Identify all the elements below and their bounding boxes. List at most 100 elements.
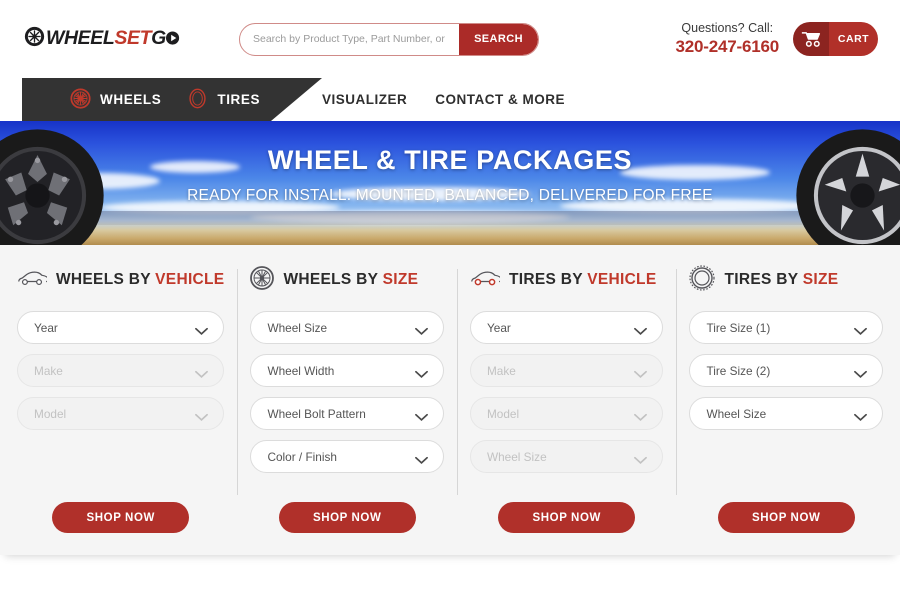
select-wheel-size[interactable]: Wheel Size — [250, 311, 444, 344]
select-tire-size-1[interactable]: Tire Size (1) — [689, 311, 883, 344]
select-label: Wheel Size — [706, 406, 767, 421]
nav-item-visualizer[interactable]: VISUALIZER — [322, 92, 407, 107]
chevron-down-icon — [854, 323, 867, 341]
finder-title-accent: SIZE — [382, 271, 419, 288]
finder-title: WHEELS BY VEHICLE — [56, 271, 224, 289]
select-wheel-size[interactable]: Wheel Size — [689, 397, 883, 430]
cart-label: CART — [829, 22, 878, 56]
tire-ring-icon — [187, 88, 208, 112]
logo-text-set: SET — [114, 27, 152, 50]
chevron-down-icon — [195, 323, 209, 341]
nav-label-wheels: WHEELS — [100, 92, 162, 107]
chevron-down-icon — [634, 323, 648, 341]
chevron-down-icon — [634, 452, 648, 470]
car-side-icon — [17, 269, 50, 292]
chevron-down-icon — [854, 366, 867, 384]
questions-label: Questions? Call: — [681, 20, 774, 35]
select-label: Wheel Size — [267, 320, 328, 335]
select-label: Year — [486, 320, 511, 335]
select-label: Year — [34, 320, 58, 335]
shop-now-button[interactable]: SHOP NOW — [278, 502, 416, 533]
car-tire-icon — [470, 269, 503, 292]
finder-column-wheels-by-size: WHEELS BY SIZE Wheel Size Wheel Width Wh… — [237, 265, 457, 555]
hero-subtitle: READY FOR INSTALL. MOUNTED, BALANCED, DE… — [187, 187, 713, 204]
nav-item-wheels[interactable]: WHEELS — [70, 87, 162, 112]
select-model: Model — [17, 397, 225, 430]
phone-number[interactable]: 320-247-6160 — [676, 36, 780, 57]
nav-item-contact-more[interactable]: CONTACT & MORE — [435, 92, 565, 107]
finder-title-prefix: WHEELS BY — [56, 271, 156, 288]
chevron-down-icon — [195, 409, 209, 427]
chevron-down-icon — [634, 409, 648, 427]
finder-column-tires-by-vehicle: TIRES BY VEHICLE Year Make Model Wheel S… — [456, 265, 677, 555]
chevron-down-icon — [415, 452, 428, 470]
select-label: Wheel Size — [486, 449, 547, 464]
shop-now-button[interactable]: SHOP NOW — [498, 502, 636, 533]
select-label: Color / Finish — [267, 449, 337, 464]
contact-block: Questions? Call: 320-247-6160 — [676, 20, 780, 58]
nav-label-tires: TIRES — [217, 92, 261, 107]
header-right-group: Questions? Call: 320-247-6160 CART — [676, 21, 880, 58]
select-label: Tire Size (1) — [706, 320, 771, 335]
select-model: Model — [469, 397, 664, 430]
search-bar: SEARCH — [239, 22, 539, 56]
logo-text-g: G — [151, 27, 166, 50]
search-button[interactable]: SEARCH — [459, 23, 538, 55]
finder-title: TIRES BY VEHICLE — [509, 271, 657, 289]
tire-ring-icon — [689, 264, 716, 296]
select-label: Wheel Bolt Pattern — [267, 406, 366, 421]
nav-item-tires[interactable]: TIRES — [187, 88, 260, 112]
select-wheel-bolt-pattern[interactable]: Wheel Bolt Pattern — [250, 397, 444, 430]
shop-now-button[interactable]: SHOP NOW — [717, 502, 855, 533]
finder-column-wheels-by-vehicle: WHEELS BY VEHICLE Year Make Model SHOP N… — [4, 265, 237, 555]
select-label: Model — [34, 406, 67, 421]
logo-wordmark: WHEELSETG — [46, 29, 181, 49]
select-year[interactable]: Year — [17, 311, 225, 344]
finder-title-accent: VEHICLE — [155, 271, 225, 288]
chevron-down-icon — [854, 409, 867, 427]
finder-title-prefix: WHEELS BY — [283, 271, 383, 288]
shopping-cart-icon — [793, 22, 829, 56]
finder-header: TIRES BY SIZE — [689, 264, 883, 296]
site-header: WHEELSETG SEARCH Questions? Call: 320-24… — [0, 0, 900, 78]
finder-title: WHEELS BY SIZE — [283, 271, 418, 289]
nav-dark-section: WHEELS TIRES — [22, 78, 322, 121]
finder-title-prefix: TIRES BY — [724, 271, 803, 288]
finder-title-accent: SIZE — [802, 271, 839, 288]
select-tire-size-2[interactable]: Tire Size (2) — [689, 354, 883, 387]
select-label: Tire Size (2) — [706, 363, 771, 378]
hero-banner: WHEEL & TIRE PACKAGES READY FOR INSTALL.… — [0, 121, 900, 245]
finder-header: WHEELS BY VEHICLE — [17, 265, 224, 295]
chevron-down-icon — [634, 366, 648, 384]
hero-title: WHEEL & TIRE PACKAGES — [267, 145, 633, 175]
wheel-icon — [24, 26, 45, 52]
select-year[interactable]: Year — [469, 311, 664, 344]
cart-button[interactable]: CART — [793, 22, 878, 56]
search-input[interactable] — [240, 23, 459, 55]
wheel-rim-icon — [250, 265, 275, 295]
chevron-down-icon — [415, 366, 428, 384]
logo-text-wheel: WHEEL — [46, 27, 115, 50]
select-wheel-size: Wheel Size — [469, 440, 664, 473]
select-label: Wheel Width — [267, 363, 335, 378]
main-navigation: WHEELS TIRES VISUALIZER CONTACT & MORE — [0, 78, 900, 121]
nav-light-section: VISUALIZER CONTACT & MORE — [322, 78, 565, 121]
select-wheel-width[interactable]: Wheel Width — [250, 354, 444, 387]
select-make: Make — [469, 354, 664, 387]
finder-header: TIRES BY VEHICLE — [470, 265, 664, 295]
desert-ground — [0, 223, 900, 245]
select-label: Make — [486, 363, 516, 378]
finder-header: WHEELS BY SIZE — [250, 265, 444, 295]
finder-column-tires-by-size: TIRES BY SIZE Tire Size (1) Tire Size (2… — [676, 264, 896, 555]
chevron-down-icon — [195, 366, 209, 384]
shop-now-button[interactable]: SHOP NOW — [52, 502, 190, 533]
wheel-spoke-icon — [70, 87, 91, 112]
site-logo[interactable]: WHEELSETG — [20, 26, 225, 52]
chevron-down-icon — [415, 323, 428, 341]
select-make: Make — [17, 354, 225, 387]
page-root: WHEELSETG SEARCH Questions? Call: 320-24… — [0, 0, 900, 600]
select-color-finish[interactable]: Color / Finish — [250, 440, 444, 473]
finder-title-prefix: TIRES BY — [508, 271, 588, 288]
select-label: Make — [34, 363, 63, 378]
finder-title: TIRES BY SIZE — [724, 271, 838, 289]
